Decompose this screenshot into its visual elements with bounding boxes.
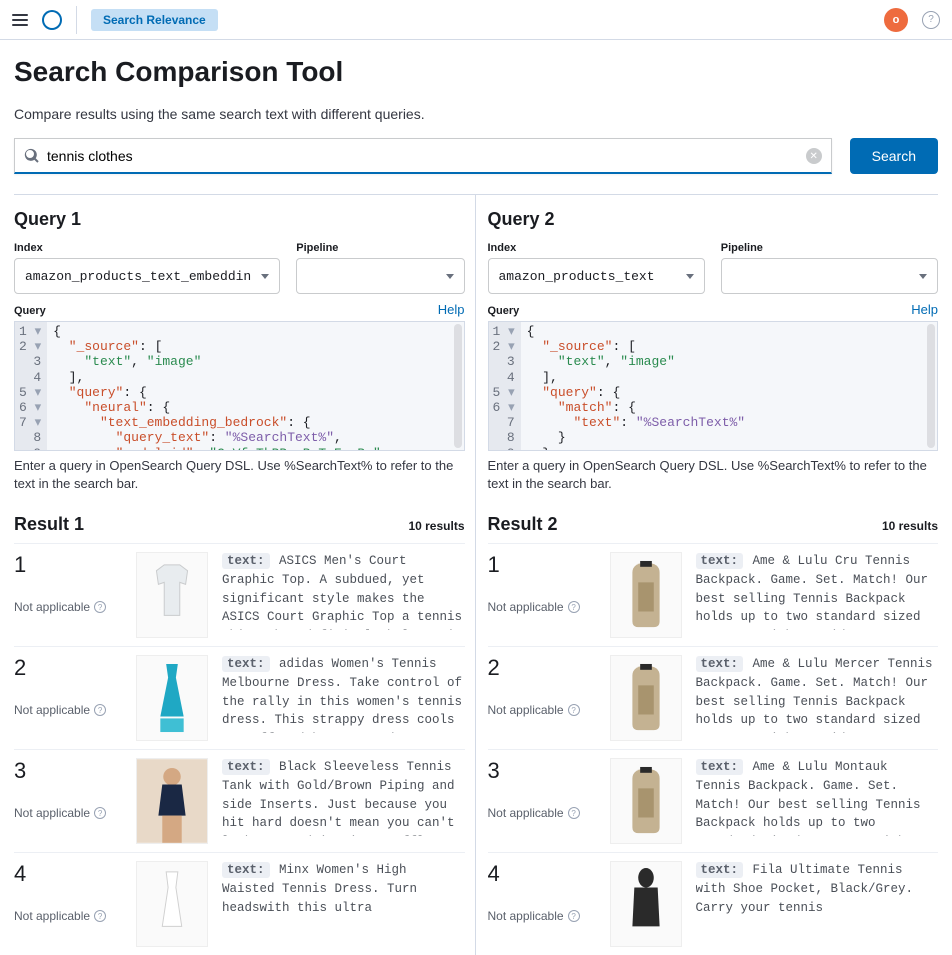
result-text: text: Ame & Lulu Cru Tennis Backpack. Ga… (696, 552, 939, 630)
not-applicable-label: Not applicable ? (14, 600, 122, 614)
result-rank: 1 (488, 552, 596, 578)
breadcrumb[interactable]: Search Relevance (91, 9, 218, 31)
text-field-badge: text: (222, 759, 270, 775)
top-bar: Search Relevance o ? (0, 0, 952, 40)
result-row: 1 Not applicable ? text: ASICS Men's Court… (14, 543, 465, 646)
result-rank: 1 (14, 552, 122, 578)
result-rank: 3 (488, 758, 596, 784)
text-field-badge: text: (696, 759, 744, 775)
result-thumbnail (610, 861, 682, 947)
not-applicable-label: Not applicable ? (14, 806, 122, 820)
clear-input-icon[interactable]: ✕ (806, 148, 822, 164)
result-row: 2 Not applicable ? text: Ame & Lulu Mercer… (488, 646, 939, 749)
info-icon[interactable]: ? (568, 910, 580, 922)
result-thumbnail (136, 861, 208, 947)
search-wrapper: ✕ (14, 138, 832, 174)
avatar[interactable]: o (884, 8, 908, 32)
search-icon (24, 148, 40, 164)
result-text: text: Minx Women's High Waisted Tennis D… (222, 861, 465, 917)
not-applicable-label: Not applicable ? (488, 703, 596, 717)
result-thumbnail (610, 552, 682, 638)
help-icon[interactable]: ? (922, 11, 940, 29)
result-rank: 3 (14, 758, 122, 784)
query1-column: Query 1 Index amazon_products_text_embed… (14, 195, 476, 955)
result2-title: Result 2 (488, 514, 558, 535)
query2-column: Query 2 Index amazon_products_text Pipel… (476, 195, 939, 955)
page-title: Search Comparison Tool (14, 56, 938, 88)
index-label: Index (14, 242, 280, 254)
query2-pipeline-select[interactable] (721, 258, 938, 294)
result-rank: 2 (14, 655, 122, 681)
info-icon[interactable]: ? (94, 807, 106, 819)
result-thumbnail (136, 655, 208, 741)
result-row: 4 Not applicable ? text: Minx Women's High… (14, 852, 465, 955)
result-text: text: adidas Women's Tennis Melbourne Dr… (222, 655, 465, 733)
search-input[interactable] (14, 138, 832, 174)
index-label: Index (488, 242, 705, 254)
query-label: Query (14, 305, 46, 317)
query2-hint: Enter a query in OpenSearch Query DSL. U… (488, 457, 939, 492)
page-subtitle: Compare results using the same search te… (14, 106, 938, 122)
result-rank: 4 (488, 861, 596, 887)
scrollbar[interactable] (454, 324, 462, 448)
result-thumbnail (136, 758, 208, 844)
text-field-badge: text: (696, 656, 744, 672)
text-field-badge: text: (222, 862, 270, 878)
not-applicable-label: Not applicable ? (488, 600, 596, 614)
result-text: text: ASICS Men's Court Graphic Top. A s… (222, 552, 465, 630)
result-text: text: Ame & Lulu Mercer Tennis Backpack.… (696, 655, 939, 733)
result-row: 4 Not applicable ? text: Fila Ultimate Ten… (488, 852, 939, 955)
result-text: text: Fila Ultimate Tennis with Shoe Poc… (696, 861, 939, 917)
query1-hint: Enter a query in OpenSearch Query DSL. U… (14, 457, 465, 492)
query1-title: Query 1 (14, 209, 465, 230)
result1-count: 10 results (408, 519, 464, 533)
search-button[interactable]: Search (850, 138, 938, 174)
divider (76, 6, 77, 34)
pipeline-label: Pipeline (296, 242, 464, 254)
text-field-badge: text: (696, 862, 744, 878)
result-thumbnail (610, 655, 682, 741)
result1-title: Result 1 (14, 514, 84, 535)
info-icon[interactable]: ? (568, 704, 580, 716)
result-row: 2 Not applicable ? text: adidas Women's Te… (14, 646, 465, 749)
result-thumbnail (610, 758, 682, 844)
info-icon[interactable]: ? (94, 910, 106, 922)
query2-title: Query 2 (488, 209, 939, 230)
info-icon[interactable]: ? (568, 807, 580, 819)
not-applicable-label: Not applicable ? (14, 909, 122, 923)
query2-index-select[interactable]: amazon_products_text (488, 258, 705, 294)
query2-editor[interactable]: 1 ▾2 ▾345 ▾6 ▾789 { "_source": [ "text",… (488, 321, 939, 451)
result-thumbnail (136, 552, 208, 638)
pipeline-label: Pipeline (721, 242, 938, 254)
info-icon[interactable]: ? (94, 704, 106, 716)
opensearch-logo-icon[interactable] (42, 10, 62, 30)
text-field-badge: text: (222, 553, 270, 569)
query1-pipeline-select[interactable] (296, 258, 464, 294)
result-row: 3 Not applicable ? text: Black Sleeveless … (14, 749, 465, 852)
query1-help-link[interactable]: Help (438, 302, 465, 317)
result-row: 3 Not applicable ? text: Ame & Lulu Montau… (488, 749, 939, 852)
result-rank: 4 (14, 861, 122, 887)
query2-help-link[interactable]: Help (911, 302, 938, 317)
not-applicable-label: Not applicable ? (488, 909, 596, 923)
query-label: Query (488, 305, 520, 317)
query1-index-select[interactable]: amazon_products_text_embeddin (14, 258, 280, 294)
info-icon[interactable]: ? (568, 601, 580, 613)
query1-editor[interactable]: 1 ▾2 ▾345 ▾6 ▾7 ▾89 { "_source": [ "text… (14, 321, 465, 451)
text-field-badge: text: (222, 656, 270, 672)
menu-icon[interactable] (12, 14, 28, 26)
result-text: text: Ame & Lulu Montauk Tennis Backpack… (696, 758, 939, 836)
result-row: 1 Not applicable ? text: Ame & Lulu Cru Te… (488, 543, 939, 646)
not-applicable-label: Not applicable ? (14, 703, 122, 717)
result2-count: 10 results (882, 519, 938, 533)
scrollbar[interactable] (927, 324, 935, 448)
text-field-badge: text: (696, 553, 744, 569)
result-rank: 2 (488, 655, 596, 681)
result-text: text: Black Sleeveless Tennis Tank with … (222, 758, 465, 836)
not-applicable-label: Not applicable ? (488, 806, 596, 820)
info-icon[interactable]: ? (94, 601, 106, 613)
